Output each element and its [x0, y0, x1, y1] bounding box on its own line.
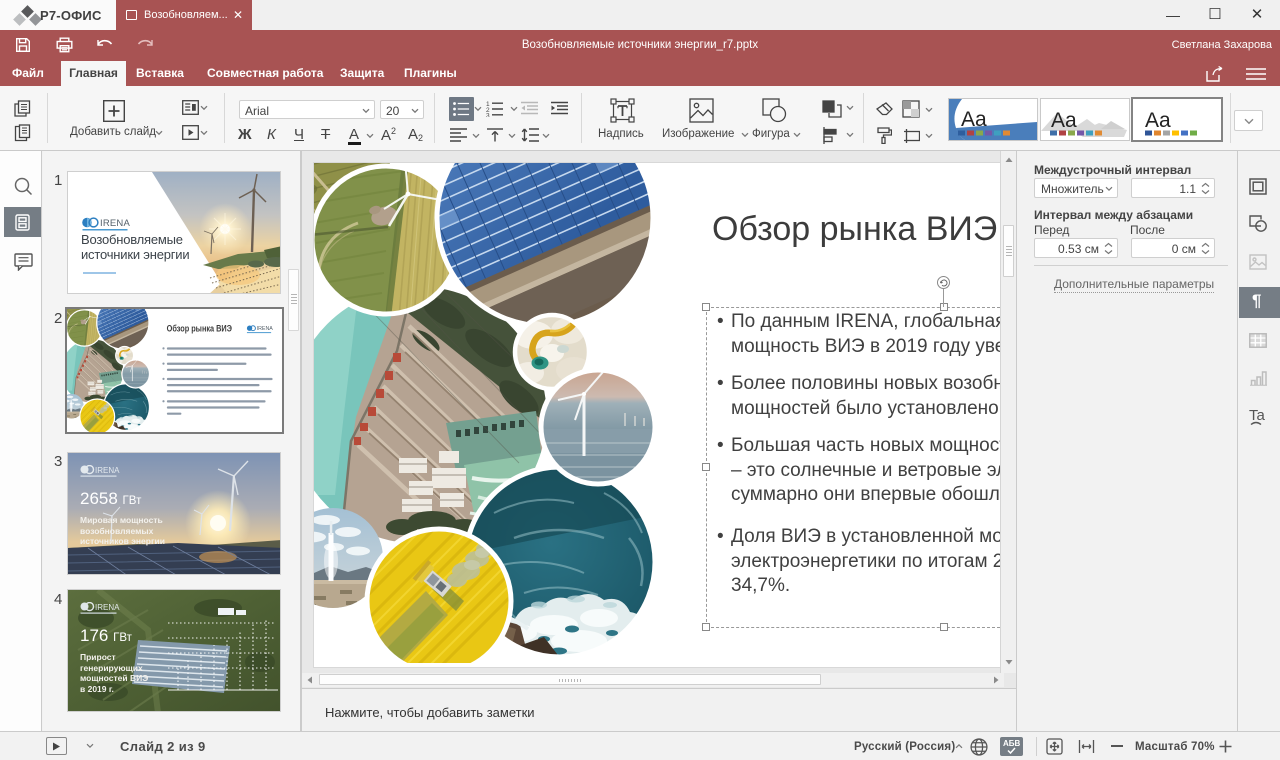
svg-text:IRENA: IRENA	[100, 218, 130, 229]
svg-text:Aa: Aa	[1051, 109, 1077, 132]
svg-text:Aa: Aa	[1145, 109, 1171, 132]
svg-text:Ta: Ta	[1249, 407, 1266, 424]
svg-text:IRENA: IRENA	[95, 466, 120, 475]
svg-text:IRENA: IRENA	[257, 326, 274, 332]
svg-text:Aa: Aa	[961, 108, 987, 131]
svg-text:3: 3	[486, 113, 490, 118]
svg-text:IRENA: IRENA	[95, 603, 120, 612]
svg-text:Обзор рынка ВИЭ: Обзор рынка ВИЭ	[167, 324, 232, 334]
